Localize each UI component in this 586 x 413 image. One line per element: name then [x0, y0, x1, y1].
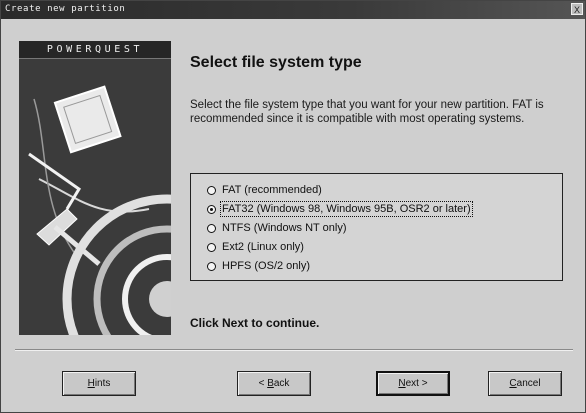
cancel-label: ancel	[516, 378, 541, 389]
file-system-options: FAT (recommended) FAT32 (Windows 98, Win…	[190, 173, 563, 281]
radio-button[interactable]	[207, 261, 216, 271]
create-partition-dialog: Create new partition X POWERQUEST Select…	[0, 0, 586, 413]
option-label: FAT (recommended)	[222, 184, 322, 196]
radio-button[interactable]	[207, 185, 216, 195]
back-button[interactable]: < Back	[237, 371, 311, 396]
option-label: HPFS (OS/2 only)	[222, 260, 311, 272]
divider	[15, 349, 573, 351]
next-button[interactable]: Next >	[376, 371, 450, 396]
page-description: Select the file system type that you wan…	[190, 99, 544, 125]
powerquest-sidebar: POWERQUEST	[19, 41, 171, 335]
hints-label: ints	[94, 378, 111, 389]
back-mnemonic: B	[267, 378, 274, 389]
hints-button[interactable]: Hints	[62, 371, 136, 396]
radio-button[interactable]	[207, 223, 216, 233]
continue-instruction: Click Next to continue.	[190, 316, 320, 330]
option-fat32[interactable]: FAT32 (Windows 98, Windows 95B, OSR2 or …	[207, 201, 473, 217]
next-mnemonic: N	[398, 378, 406, 389]
option-ntfs[interactable]: NTFS (Windows NT only)	[207, 220, 346, 236]
back-prefix: <	[258, 378, 268, 389]
page-title: Select file system type	[190, 54, 362, 71]
radio-button[interactable]	[207, 204, 216, 214]
window-title: Create new partition	[5, 4, 126, 14]
close-icon[interactable]: X	[571, 3, 583, 15]
option-label: NTFS (Windows NT only)	[222, 222, 347, 234]
option-fat[interactable]: FAT (recommended)	[207, 182, 322, 198]
title-bar[interactable]: Create new partition X	[1, 1, 585, 19]
cancel-button[interactable]: Cancel	[488, 371, 562, 396]
option-hpfs[interactable]: HPFS (OS/2 only)	[207, 258, 310, 274]
option-ext2[interactable]: Ext2 (Linux only)	[207, 239, 304, 255]
hints-mnemonic: H	[87, 378, 95, 389]
next-label: ext >	[405, 378, 428, 389]
cancel-mnemonic: C	[509, 378, 517, 389]
wizard-artwork	[19, 59, 171, 335]
option-label: FAT32 (Windows 98, Windows 95B, OSR2 or …	[220, 201, 473, 217]
radio-button[interactable]	[207, 242, 216, 252]
back-label: ack	[273, 378, 290, 389]
option-label: Ext2 (Linux only)	[222, 241, 304, 253]
brand-logo: POWERQUEST	[19, 41, 171, 59]
